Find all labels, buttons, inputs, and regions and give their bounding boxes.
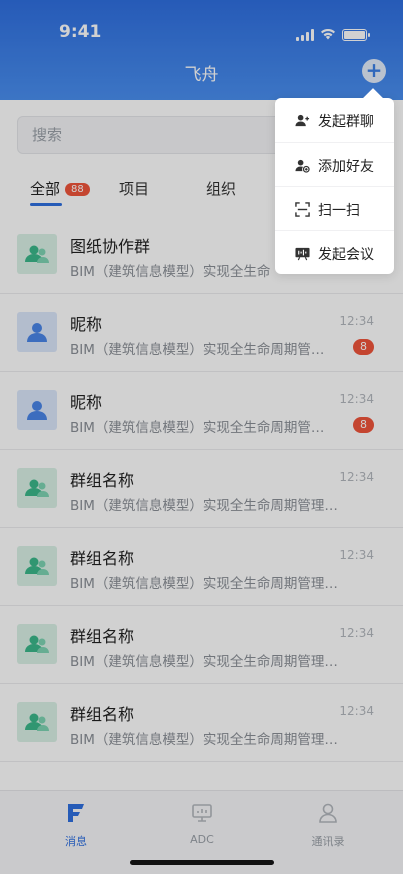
group-chat-icon xyxy=(295,114,310,127)
add-menu: 发起群聊 添加好友 扫一扫 发起会议 xyxy=(275,98,394,274)
menu-item-scan[interactable]: 扫一扫 xyxy=(275,186,394,230)
menu-item-label: 扫一扫 xyxy=(318,203,360,219)
menu-item-add-friend[interactable]: 添加好友 xyxy=(275,142,394,186)
meeting-icon xyxy=(295,247,310,261)
add-friend-icon xyxy=(295,159,310,173)
menu-item-meeting[interactable]: 发起会议 xyxy=(275,230,394,274)
scan-icon xyxy=(295,202,310,217)
menu-item-label: 发起群聊 xyxy=(318,114,374,130)
menu-item-label: 发起会议 xyxy=(318,247,374,263)
menu-item-group-chat[interactable]: 发起群聊 xyxy=(275,98,394,142)
menu-item-label: 添加好友 xyxy=(318,159,374,175)
home-indicator xyxy=(130,860,274,865)
